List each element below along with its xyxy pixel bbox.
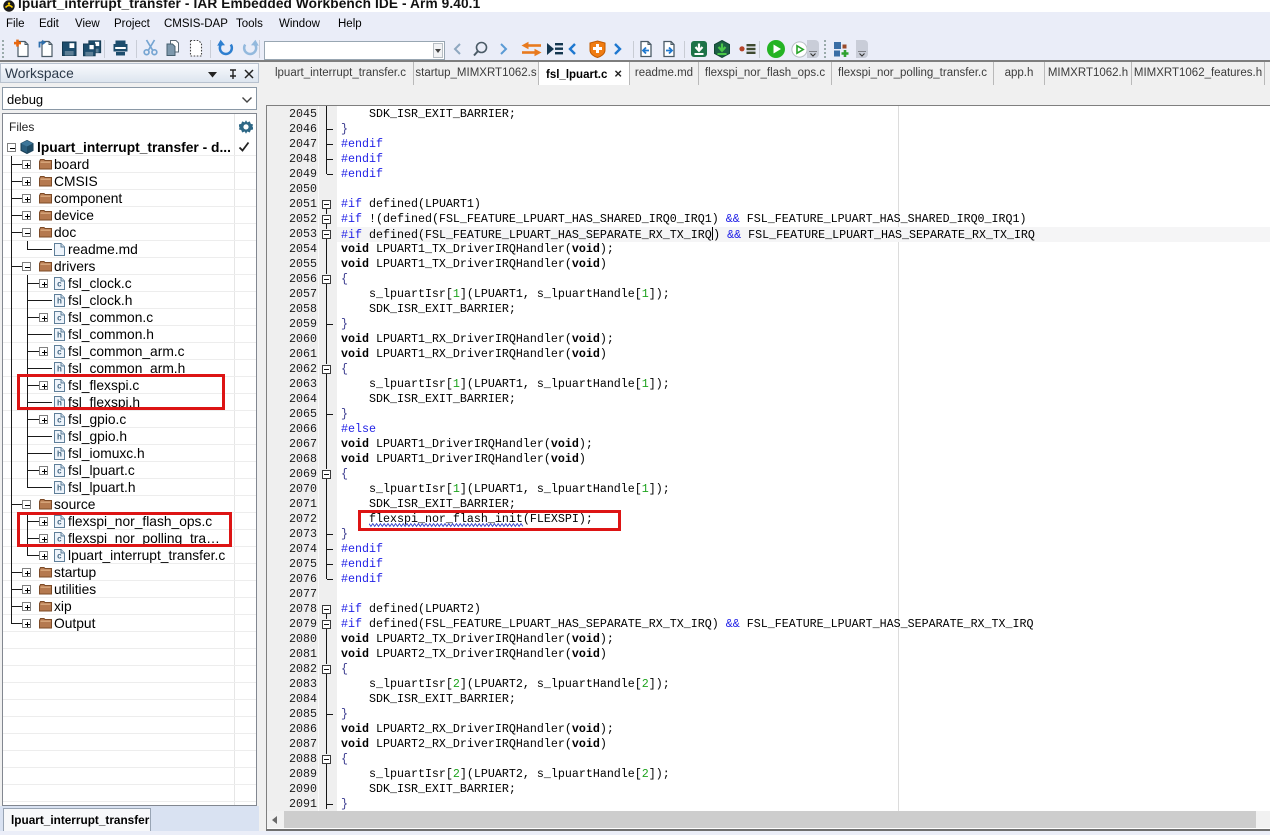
svg-text:c: c — [57, 467, 62, 476]
svg-text:c: c — [57, 280, 62, 289]
svg-text:h: h — [57, 365, 62, 374]
svg-text:h: h — [57, 433, 62, 442]
svg-text:c: c — [57, 314, 62, 323]
svg-text:c: c — [57, 416, 62, 425]
svg-text:c: c — [57, 348, 62, 357]
svg-text:h: h — [57, 450, 62, 459]
svg-text:h: h — [57, 331, 62, 340]
svg-text:c: c — [57, 552, 62, 561]
svg-text:h: h — [57, 484, 62, 493]
svg-text:h: h — [57, 297, 62, 306]
